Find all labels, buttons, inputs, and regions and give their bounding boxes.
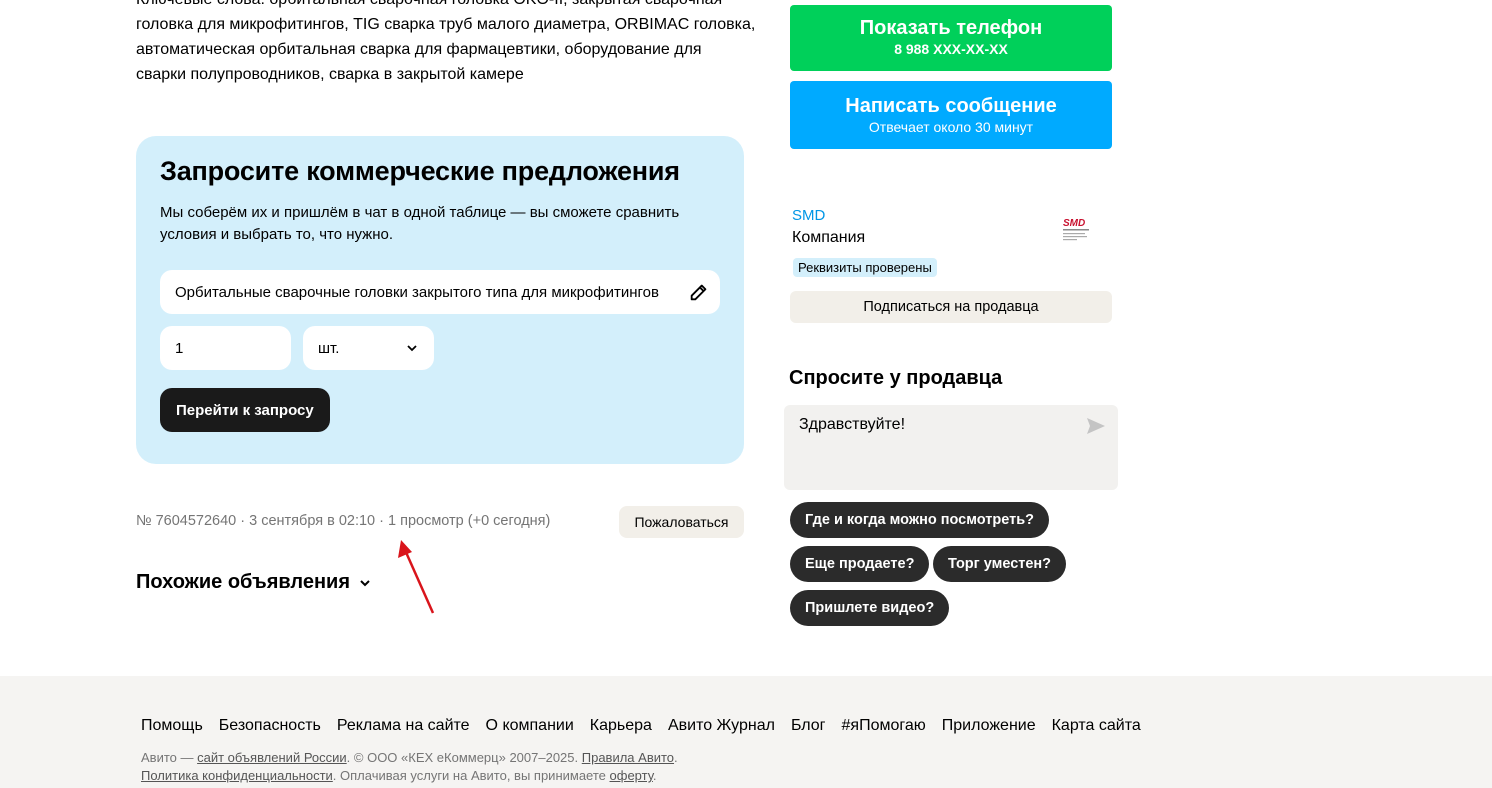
footer-link-ads[interactable]: Реклама на сайте bbox=[337, 717, 470, 735]
footer-link-about[interactable]: О компании bbox=[486, 717, 574, 735]
footer-legal: Авито — сайт объявлений России. © ООО «К… bbox=[141, 749, 678, 785]
similar-listings-toggle[interactable]: Похожие объявления bbox=[136, 571, 372, 594]
unit-value: шт. bbox=[318, 339, 340, 357]
request-title: Запросите коммерческие предложения bbox=[160, 156, 680, 186]
quick-question-chip[interactable]: Торг уместен? bbox=[933, 546, 1067, 582]
legal-link-site[interactable]: сайт объявлений России bbox=[197, 750, 347, 765]
subscribe-seller-button[interactable]: Подписаться на продавца bbox=[790, 291, 1112, 323]
legal-link-offer[interactable]: оферту bbox=[610, 768, 653, 783]
ask-seller-title: Спросите у продавца bbox=[789, 367, 1003, 389]
phone-masked: 8 988 XXX-XX-XX bbox=[894, 41, 1008, 57]
quick-question-chip[interactable]: Где и когда можно посмотреть? bbox=[790, 502, 1049, 538]
footer-link-career[interactable]: Карьера bbox=[590, 717, 652, 735]
request-offers-panel: Запросите коммерческие предложения Мы со… bbox=[136, 136, 744, 464]
legal-link-rules[interactable]: Правила Авито bbox=[582, 750, 674, 765]
request-description: Мы соберём их и пришлём в чат в одной та… bbox=[160, 204, 680, 243]
go-to-request-button[interactable]: Перейти к запросу bbox=[160, 388, 330, 432]
legal-text: . © ООО «КЕХ еКоммерц» 2007–2025. bbox=[346, 750, 582, 765]
smd-logo-icon: SMD bbox=[1063, 218, 1089, 241]
seller-name-link[interactable]: SMD bbox=[792, 207, 825, 224]
write-message-label: Написать сообщение bbox=[845, 95, 1057, 117]
product-field[interactable]: Орбитальные сварочные головки закрытого … bbox=[160, 270, 720, 314]
message-input[interactable]: Здравствуйте! bbox=[784, 405, 1118, 490]
footer-link-sitemap[interactable]: Карта сайта bbox=[1052, 717, 1141, 735]
legal-text: . bbox=[674, 750, 678, 765]
chevron-down-icon bbox=[407, 345, 417, 352]
footer-nav: Помощь Безопасность Реклама на сайте О к… bbox=[141, 717, 1141, 735]
show-phone-button[interactable]: Показать телефон 8 988 XXX-XX-XX bbox=[790, 5, 1112, 71]
response-time: Отвечает около 30 минут bbox=[868, 119, 1034, 135]
quantity-value: 1 bbox=[175, 339, 184, 357]
quantity-input[interactable]: 1 bbox=[160, 326, 291, 370]
seller-logo[interactable]: SMD bbox=[1052, 205, 1100, 253]
product-field-value: Орбитальные сварочные головки закрытого … bbox=[175, 283, 659, 301]
keywords-text: Ключевые слова: орбитальная сварочная го… bbox=[136, 0, 756, 83]
footer-link-security[interactable]: Безопасность bbox=[219, 717, 321, 735]
listing-meta: № 7604572640 · 3 сентября в 02:10 · 1 пр… bbox=[136, 513, 551, 529]
show-phone-label: Показать телефон bbox=[859, 17, 1043, 39]
footer-link-app[interactable]: Приложение bbox=[942, 717, 1036, 735]
footer-link-help[interactable]: Помощь bbox=[141, 717, 203, 735]
pencil-icon[interactable] bbox=[688, 281, 710, 303]
quick-question-chip[interactable]: Еще продаете? bbox=[790, 546, 930, 582]
footer-link-ihelp[interactable]: #яПомогаю bbox=[842, 717, 926, 735]
write-message-button[interactable]: Написать сообщение Отвечает около 30 мин… bbox=[790, 81, 1112, 149]
verified-badge: Реквизиты проверены bbox=[793, 258, 937, 277]
send-icon[interactable] bbox=[1086, 417, 1106, 435]
legal-text: Авито — bbox=[141, 750, 198, 765]
footer: Помощь Безопасность Реклама на сайте О к… bbox=[0, 676, 1492, 788]
footer-link-journal[interactable]: Авито Журнал bbox=[668, 717, 775, 735]
legal-text: . bbox=[652, 768, 657, 783]
message-input-value: Здравствуйте! bbox=[799, 416, 906, 433]
unit-select[interactable]: шт. bbox=[303, 326, 434, 370]
similar-listings-title: Похожие объявления bbox=[136, 571, 351, 593]
legal-link-privacy[interactable]: Политика конфиденциальности bbox=[141, 768, 333, 783]
logo-text: SMD bbox=[1063, 218, 1085, 229]
chevron-down-icon bbox=[360, 579, 370, 586]
legal-text: . Оплачивая услуги на Авито, вы принимае… bbox=[332, 768, 610, 783]
complain-button[interactable]: Пожаловаться bbox=[619, 506, 744, 538]
footer-link-blog[interactable]: Блог bbox=[791, 717, 826, 735]
seller-type: Компания bbox=[792, 229, 866, 246]
quick-question-chip[interactable]: Пришлете видео? bbox=[790, 590, 950, 626]
